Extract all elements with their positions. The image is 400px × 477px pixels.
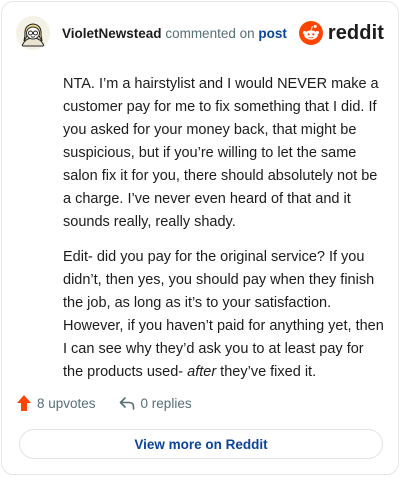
brand-name: reddit — [327, 21, 384, 44]
comment-header: VioletNewstead commented on post reddit — [16, 16, 384, 50]
reddit-logo-icon — [298, 21, 323, 45]
action-text: commented on — [165, 25, 255, 41]
emphasized-text: after — [187, 364, 217, 380]
replies-stat[interactable]: 0 replies — [118, 395, 192, 411]
reddit-brand[interactable]: reddit — [298, 21, 384, 45]
user-avatar[interactable] — [16, 16, 50, 50]
comment-paragraph: NTA. I’m a hairstylist and I would NEVER… — [63, 76, 379, 230]
username-link[interactable]: VioletNewstead — [62, 26, 162, 41]
comment-body: NTA. I’m a hairstylist and I would NEVER… — [63, 73, 385, 396]
paragraph-text: Edit- did you pay for the original servi… — [63, 249, 384, 380]
snoo-avatar-icon — [16, 16, 50, 50]
reply-arrow-icon — [119, 397, 134, 410]
replies-count: 0 replies — [140, 395, 192, 411]
paragraph-text: they’ve fixed it. — [216, 364, 317, 380]
upvotes-stat[interactable]: 8 upvotes — [16, 394, 96, 412]
comment-paragraph: Edit- did you pay for the original servi… — [63, 246, 385, 384]
upvote-arrow-icon — [17, 395, 31, 411]
upvotes-count: 8 upvotes — [37, 395, 96, 411]
comment-footer: 8 upvotes 0 replies — [16, 394, 214, 412]
embedded-comment-card: VioletNewstead commented on post reddit … — [1, 1, 399, 475]
post-link[interactable]: post — [258, 26, 287, 41]
view-more-button[interactable]: View more on Reddit — [19, 429, 383, 459]
comment-byline: VioletNewstead commented on post — [62, 26, 299, 41]
